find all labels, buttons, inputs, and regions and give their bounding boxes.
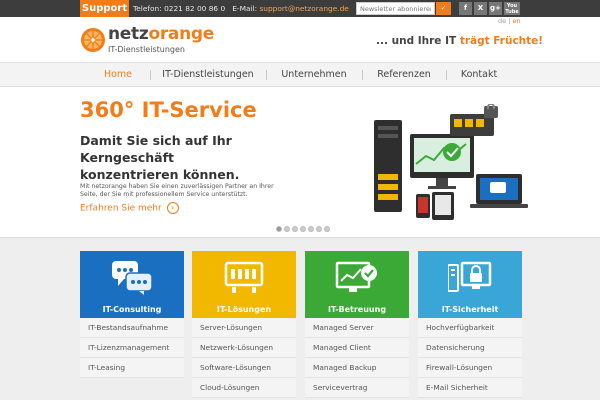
card-list: Hochverfügbarkeit Datensicherung Firewal… bbox=[418, 318, 522, 398]
logo-wordmark: netzorange bbox=[108, 24, 214, 44]
phone-label: Telefon: bbox=[133, 4, 162, 13]
slider-dot[interactable] bbox=[276, 226, 282, 232]
service-card-loesungen: IT-Lösungen Server-Lösungen Netzwerk-Lös… bbox=[192, 251, 296, 400]
lang-de-link[interactable]: de bbox=[498, 17, 506, 25]
tagline-part-2: trägt Früchte! bbox=[459, 35, 544, 47]
nav-item-referenzen[interactable]: Referenzen bbox=[366, 63, 442, 86]
lang-en-link[interactable]: en bbox=[512, 17, 520, 25]
list-item[interactable]: Software-Lösungen bbox=[192, 358, 296, 378]
support-button[interactable]: Support bbox=[80, 0, 129, 17]
card-list: IT-Bestandsaufnahme IT-Lizenzmanagement … bbox=[80, 318, 184, 378]
hero-subtitle: Damit Sie sich auf Ihr Kerngeschäft konz… bbox=[80, 133, 240, 182]
slider-dot[interactable] bbox=[316, 226, 322, 232]
slider-dot[interactable] bbox=[292, 226, 298, 232]
hero-more-link[interactable]: Erfahren Sie mehr › bbox=[80, 202, 179, 214]
list-item[interactable]: Datensicherung bbox=[418, 338, 522, 358]
slider-dot[interactable] bbox=[324, 226, 330, 232]
slider-dot[interactable] bbox=[284, 226, 290, 232]
list-item[interactable]: Netzwerk-Lösungen bbox=[192, 338, 296, 358]
nav-item-unternehmen[interactable]: Unternehmen bbox=[270, 63, 358, 86]
card-title: IT-Betreuung bbox=[327, 305, 387, 314]
newsletter-submit-button[interactable]: ✓ bbox=[436, 2, 451, 15]
card-list: Server-Lösungen Netzwerk-Lösungen Softwa… bbox=[192, 318, 296, 398]
youtube-icon[interactable]: You Tube bbox=[504, 2, 520, 15]
list-item[interactable]: E-Mail Sicherheit bbox=[418, 378, 522, 398]
card-header[interactable]: IT-Lösungen bbox=[192, 251, 296, 318]
lang-separator: | bbox=[508, 17, 511, 25]
card-title: IT-Lösungen bbox=[216, 305, 272, 314]
lock-screen-icon bbox=[448, 261, 492, 292]
orange-logo-icon bbox=[81, 28, 105, 52]
tagline-part-1: ... und Ihre IT bbox=[376, 35, 460, 47]
server-rack-icon bbox=[224, 261, 264, 293]
list-item[interactable]: Hochverfügbarkeit bbox=[418, 318, 522, 338]
googleplus-icon[interactable]: g+ bbox=[489, 2, 502, 15]
xing-icon[interactable]: X bbox=[474, 2, 487, 15]
card-header[interactable]: IT-Betreuung bbox=[305, 251, 409, 318]
nav-item-home[interactable]: Home bbox=[93, 63, 143, 86]
nav-item-kontakt[interactable]: Kontakt bbox=[450, 63, 508, 86]
contact-info: Telefon: 0221 82 00 86 0 E-Mail: support… bbox=[133, 0, 349, 17]
list-item[interactable]: Servicevertrag bbox=[305, 378, 409, 398]
phone-number[interactable]: 0221 82 00 86 0 bbox=[164, 4, 225, 13]
list-item[interactable]: IT-Bestandsaufnahme bbox=[80, 318, 184, 338]
nav-separator bbox=[150, 70, 151, 80]
slider-dot[interactable] bbox=[300, 226, 306, 232]
nav-separator bbox=[266, 70, 267, 80]
monitor-check-icon bbox=[335, 261, 377, 292]
email-link[interactable]: support@netzorange.de bbox=[259, 4, 348, 13]
facebook-icon[interactable]: f bbox=[459, 2, 472, 15]
card-list: Managed Server Managed Client Managed Ba… bbox=[305, 318, 409, 398]
email-label: E-Mail: bbox=[232, 4, 258, 13]
nav-separator bbox=[446, 70, 447, 80]
card-header[interactable]: IT-Consulting bbox=[80, 251, 184, 318]
list-item[interactable]: Managed Backup bbox=[305, 358, 409, 378]
service-card-sicherheit: IT-Sicherheit Hochverfügbarkeit Datensic… bbox=[418, 251, 522, 400]
tagline: ... und Ihre IT trägt Früchte! bbox=[376, 35, 543, 47]
slider-dot[interactable] bbox=[308, 226, 314, 232]
list-item[interactable]: IT-Lizenzmanagement bbox=[80, 338, 184, 358]
hero-title: 360° IT-Service bbox=[80, 98, 257, 122]
list-item[interactable]: Server-Lösungen bbox=[192, 318, 296, 338]
logo-name-netz: netz bbox=[108, 24, 149, 44]
list-item[interactable]: Cloud-Lösungen bbox=[192, 378, 296, 398]
newsletter-input[interactable] bbox=[356, 2, 435, 15]
nav-separator bbox=[362, 70, 363, 80]
it-devices-illustration bbox=[374, 104, 528, 220]
list-item[interactable]: Managed Client bbox=[305, 338, 409, 358]
card-title: IT-Consulting bbox=[102, 305, 162, 314]
card-header[interactable]: IT-Sicherheit bbox=[418, 251, 522, 318]
arrow-right-icon: › bbox=[166, 202, 179, 214]
list-item[interactable]: Managed Server bbox=[305, 318, 409, 338]
main-nav: Home IT-Dienstleistungen Unternehmen Ref… bbox=[0, 62, 600, 87]
hero-slider: 360° IT-Service Damit Sie sich auf Ihr K… bbox=[0, 88, 600, 236]
list-item[interactable]: IT-Leasing bbox=[80, 358, 184, 378]
chat-bubbles-icon bbox=[112, 261, 152, 295]
logo-name-orange: orange bbox=[148, 24, 215, 44]
nav-item-it-dienstleistungen[interactable]: IT-Dienstleistungen bbox=[154, 63, 262, 86]
language-switcher: de | en bbox=[498, 17, 521, 25]
hero-more-label: Erfahren Sie mehr bbox=[80, 203, 162, 214]
logo[interactable]: netzorange IT-Dienstleistungen bbox=[80, 24, 214, 58]
card-title: IT-Sicherheit bbox=[441, 305, 499, 314]
service-card-consulting: IT-Consulting IT-Bestandsaufnahme IT-Liz… bbox=[80, 251, 184, 400]
list-item[interactable]: Firewall-Lösungen bbox=[418, 358, 522, 378]
service-card-betreuung: IT-Betreuung Managed Server Managed Clie… bbox=[305, 251, 409, 400]
logo-subtitle: IT-Dienstleistungen bbox=[108, 45, 185, 54]
hero-text: Mit netzorange haben Sie einen zuverläss… bbox=[80, 183, 274, 198]
